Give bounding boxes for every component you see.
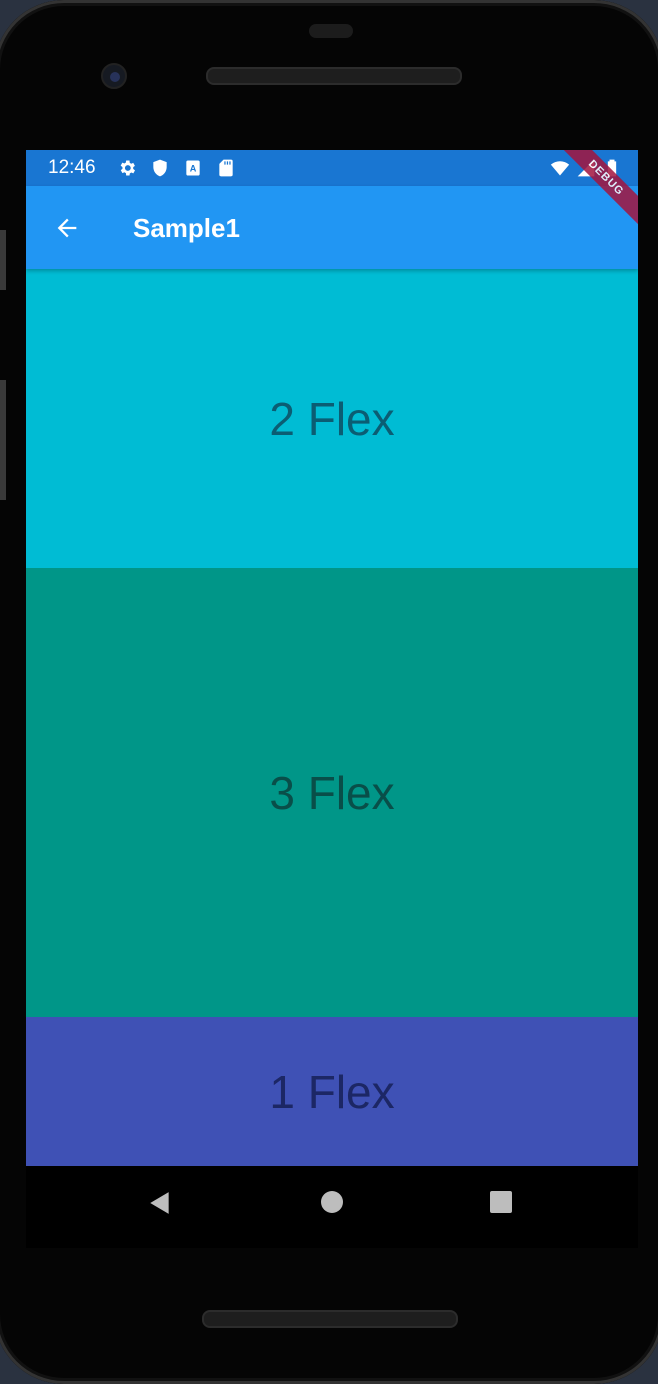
nav-bar — [26, 1166, 638, 1248]
earpiece-notch — [309, 24, 353, 38]
flex-block-label: 3 Flex — [269, 766, 395, 819]
side-button — [0, 230, 6, 290]
bottom-speaker — [202, 1310, 458, 1328]
status-bar: 12:46 A — [26, 150, 638, 186]
page-title: Sample1 — [133, 213, 240, 243]
top-speaker — [206, 67, 462, 85]
front-camera — [101, 63, 127, 89]
arrow-back-icon[interactable] — [52, 214, 82, 242]
flex-block-3: 3 Flex — [26, 568, 638, 1017]
sd-card-icon — [219, 159, 233, 177]
flex-block-1: 1 Flex — [26, 1017, 638, 1166]
gear-icon — [120, 160, 135, 176]
side-button — [0, 380, 6, 500]
shield-icon — [153, 159, 167, 177]
svg-text:A: A — [190, 163, 197, 173]
wifi-icon — [550, 161, 570, 176]
app-bar: Sample1 — [26, 186, 638, 269]
recents-square-icon[interactable] — [489, 1190, 513, 1214]
flex-block-2: 2 Flex — [26, 269, 638, 568]
flex-block-label: 2 Flex — [269, 392, 395, 445]
status-time: 12:46 — [48, 157, 96, 178]
back-triangle-icon[interactable] — [147, 1190, 173, 1216]
screen: 12:46 A Sample1 2 Flex 3 Flex 1 Flex DEB… — [26, 150, 638, 1248]
home-circle-icon[interactable] — [320, 1190, 344, 1214]
a-badge-icon: A — [186, 160, 200, 176]
flex-block-label: 1 Flex — [269, 1065, 395, 1118]
